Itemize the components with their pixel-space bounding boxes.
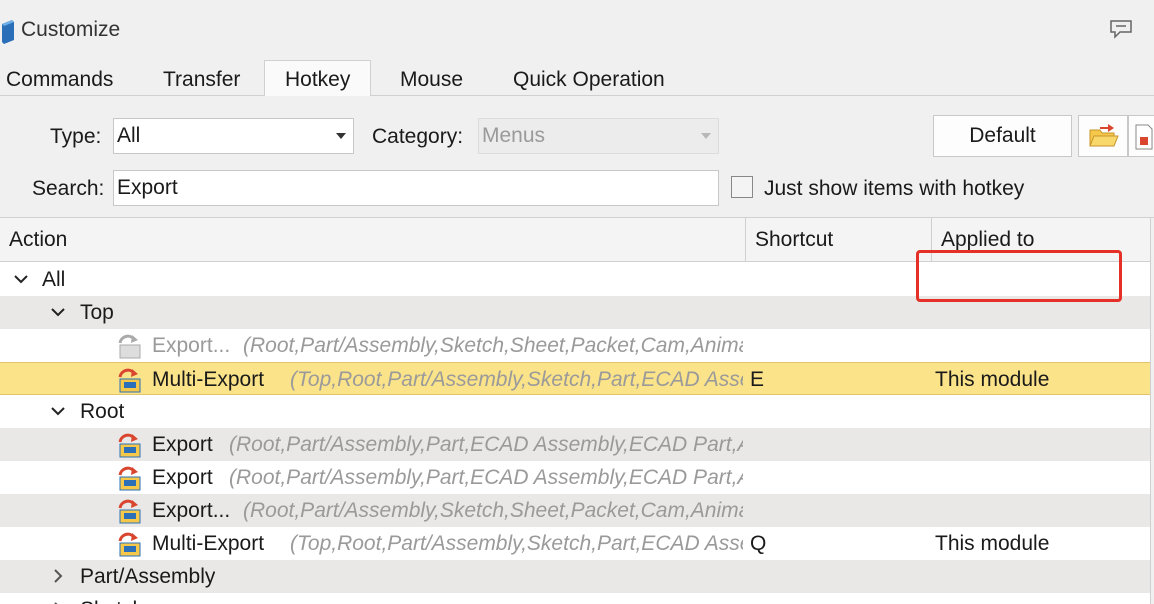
tab-bar: Commands Transfer Hotkey Mouse Quick Ope… bbox=[0, 60, 1154, 97]
chevron-down-icon[interactable] bbox=[49, 296, 67, 329]
chevron-down-icon bbox=[336, 133, 346, 139]
chevron-down-icon bbox=[701, 133, 711, 139]
app-cube-icon bbox=[2, 20, 14, 44]
shortcut-value[interactable]: Q bbox=[750, 527, 766, 560]
import-button[interactable] bbox=[1078, 115, 1128, 157]
chevron-right-icon[interactable] bbox=[49, 560, 67, 593]
action-name: Export bbox=[152, 433, 213, 456]
tree-row-root[interactable]: Root bbox=[0, 395, 1150, 428]
applied-to-value[interactable]: This module bbox=[935, 527, 1049, 560]
highlight-annotation-box bbox=[916, 250, 1122, 302]
table-row[interactable]: Export (Root,Part/Assembly,Part,ECAD Ass… bbox=[0, 428, 1150, 461]
speech-bubble-icon[interactable] bbox=[1108, 18, 1134, 40]
export-arrow-icon bbox=[118, 433, 141, 458]
search-input[interactable]: Export bbox=[113, 170, 719, 206]
export-arrow-icon bbox=[118, 532, 141, 557]
export-arrow-icon bbox=[118, 499, 141, 524]
tree-node-label: Part/Assembly bbox=[80, 565, 216, 588]
table-row[interactable]: Multi-Export (Top,Root,Part/Assembly,Ske… bbox=[0, 527, 1150, 560]
tab-hotkey[interactable]: Hotkey bbox=[264, 60, 372, 97]
title-bar: Customize bbox=[0, 0, 1154, 60]
action-path: (Root,Part/Assembly,Part,ECAD Assembly,E… bbox=[229, 433, 743, 456]
shortcut-value[interactable]: E bbox=[750, 363, 764, 396]
category-label: Category: bbox=[372, 125, 464, 148]
folder-import-icon bbox=[1089, 124, 1119, 147]
window-title: Customize bbox=[21, 18, 121, 41]
table-row[interactable]: Export... (Root,Part/Assembly,Sketch,She… bbox=[0, 494, 1150, 527]
type-dropdown[interactable]: All bbox=[113, 118, 354, 154]
export-arrow-icon bbox=[118, 368, 141, 393]
applied-to-value[interactable]: This module bbox=[935, 363, 1049, 396]
action-path: (Root,Part/Assembly,Sketch,Sheet,Packet,… bbox=[243, 499, 743, 522]
hotkey-only-checkbox[interactable] bbox=[731, 176, 753, 198]
scrollbar[interactable] bbox=[1150, 218, 1154, 604]
tree-node-label: Top bbox=[80, 301, 114, 324]
type-label: Type: bbox=[50, 125, 102, 148]
action-path: (Root,Part/Assembly,Sketch,Sheet,Packet,… bbox=[243, 334, 743, 357]
export-arrow-icon bbox=[118, 334, 141, 359]
tab-commands[interactable]: Commands bbox=[6, 64, 113, 96]
tree-node-label: Root bbox=[80, 400, 125, 423]
search-label: Search: bbox=[32, 177, 105, 200]
action-path: (Top,Root,Part/Assembly,Sketch,Part,ECAD… bbox=[290, 532, 743, 555]
chevron-down-icon[interactable] bbox=[49, 395, 67, 428]
tree-row-sketch[interactable]: Sketch bbox=[0, 593, 1150, 604]
column-header-action[interactable]: Action bbox=[0, 218, 746, 262]
category-dropdown: Menus bbox=[478, 118, 719, 154]
tab-transfer[interactable]: Transfer bbox=[163, 64, 240, 96]
action-name: Export... bbox=[152, 334, 231, 357]
hotkey-panel: Type: All Category: Menus Default Search… bbox=[0, 96, 1154, 604]
export-arrow-icon bbox=[118, 466, 141, 491]
action-path: (Root,Part/Assembly,Part,ECAD Assembly,E… bbox=[229, 466, 743, 489]
document-icon bbox=[1135, 124, 1153, 150]
action-name: Multi-Export bbox=[152, 368, 265, 391]
tree-node-label: Sketch bbox=[80, 593, 144, 604]
chevron-right-icon[interactable] bbox=[49, 593, 67, 604]
chevron-down-icon[interactable] bbox=[12, 263, 30, 296]
category-value: Menus bbox=[482, 124, 546, 147]
tree-node-label: All bbox=[42, 268, 66, 291]
action-name: Multi-Export bbox=[152, 532, 265, 555]
tab-quick-operation[interactable]: Quick Operation bbox=[513, 64, 665, 96]
table-row[interactable]: Export... (Root,Part/Assembly,Sketch,She… bbox=[0, 329, 1150, 362]
action-name: Export bbox=[152, 466, 213, 489]
default-button[interactable]: Default bbox=[933, 115, 1072, 157]
table-row[interactable]: Export (Root,Part/Assembly,Part,ECAD Ass… bbox=[0, 461, 1150, 494]
tree-row-part-assembly[interactable]: Part/Assembly bbox=[0, 560, 1150, 593]
action-name: Export... bbox=[152, 499, 231, 522]
type-value: All bbox=[117, 124, 141, 147]
table-row-selected[interactable]: Multi-Export (Top,Root,Part/Assembly,Ske… bbox=[0, 362, 1150, 395]
action-path: (Top,Root,Part/Assembly,Sketch,Part,ECAD… bbox=[290, 368, 743, 391]
hotkey-only-label: Just show items with hotkey bbox=[764, 177, 1025, 200]
export-settings-button[interactable] bbox=[1128, 115, 1154, 157]
column-header-shortcut[interactable]: Shortcut bbox=[746, 218, 932, 262]
tab-mouse[interactable]: Mouse bbox=[400, 64, 463, 96]
